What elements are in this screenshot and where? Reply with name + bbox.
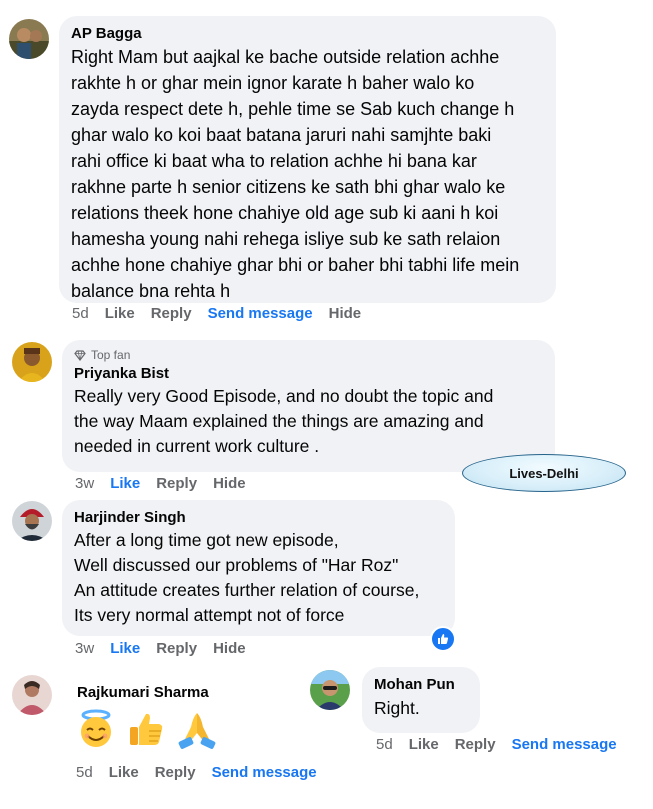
folded-hands-icon — [178, 713, 216, 749]
comment-time[interactable]: 5d — [72, 305, 89, 322]
reply-button[interactable]: Reply — [155, 764, 196, 781]
avatar-harjinder-singh[interactable] — [12, 501, 52, 541]
comment-bubble: Top fan Priyanka Bist Really very Good E… — [62, 340, 555, 472]
comment-text: After a long time got new episode, Well … — [74, 530, 420, 625]
comment-bubble: Mohan Pun Right. — [362, 667, 480, 733]
comment-author[interactable]: Priyanka Bist — [74, 364, 543, 384]
comment-author[interactable]: AP Bagga — [71, 24, 544, 44]
top-fan-badge: Top fan — [74, 348, 543, 362]
overlay-label: Lives-Delhi — [462, 454, 626, 492]
like-button[interactable]: Like — [110, 640, 140, 657]
comment-actions: 5d Like Reply Send message — [376, 736, 617, 753]
comment-actions: 3w Like Reply Hide — [75, 475, 246, 492]
avatar-mohan-pun[interactable] — [310, 670, 350, 710]
comment-actions: 5d Like Reply Send message — [76, 764, 317, 781]
like-reaction-icon[interactable] — [430, 626, 456, 652]
smiling-face-with-halo-icon — [81, 709, 111, 747]
comment-time[interactable]: 5d — [376, 736, 393, 753]
reply-button[interactable]: Reply — [156, 475, 197, 492]
reply-button[interactable]: Reply — [455, 736, 496, 753]
send-message-button[interactable]: Send message — [208, 305, 313, 322]
hide-button[interactable]: Hide — [213, 475, 246, 492]
comment-author[interactable]: Harjinder Singh — [74, 508, 443, 528]
reply-button[interactable]: Reply — [156, 640, 197, 657]
comment-text: Right Mam but aajkal ke bache outside re… — [71, 47, 520, 301]
hide-button[interactable]: Hide — [329, 305, 362, 322]
diamond-icon — [74, 349, 86, 361]
comment-author[interactable]: Rajkumari Sharma — [77, 684, 209, 701]
like-button[interactable]: Like — [110, 475, 140, 492]
comment-actions: 3w Like Reply Hide — [75, 640, 246, 657]
like-button[interactable]: Like — [105, 305, 135, 322]
like-button[interactable]: Like — [409, 736, 439, 753]
emoji-row — [76, 709, 223, 753]
send-message-button[interactable]: Send message — [512, 736, 617, 753]
comment-time[interactable]: 5d — [76, 764, 93, 781]
comment-text: Right. — [374, 698, 420, 718]
comment-author[interactable]: Mohan Pun — [374, 675, 468, 695]
avatar-ap-bagga[interactable] — [9, 19, 49, 59]
avatar-priyanka-bist[interactable] — [12, 342, 52, 382]
comment-time[interactable]: 3w — [75, 640, 94, 657]
avatar-rajkumari-sharma[interactable] — [12, 675, 52, 715]
comment-bubble: Harjinder Singh After a long time got ne… — [62, 500, 455, 636]
comment-actions: 5d Like Reply Send message Hide — [72, 305, 361, 322]
top-fan-label: Top fan — [91, 348, 131, 362]
comment-time[interactable]: 3w — [75, 475, 94, 492]
send-message-button[interactable]: Send message — [212, 764, 317, 781]
like-button[interactable]: Like — [109, 764, 139, 781]
reply-button[interactable]: Reply — [151, 305, 192, 322]
thumbs-up-icon — [130, 713, 163, 745]
comment-bubble: AP Bagga Right Mam but aajkal ke bache o… — [59, 16, 556, 303]
hide-button[interactable]: Hide — [213, 640, 246, 657]
comment-text: Really very Good Episode, and no doubt t… — [74, 386, 494, 456]
